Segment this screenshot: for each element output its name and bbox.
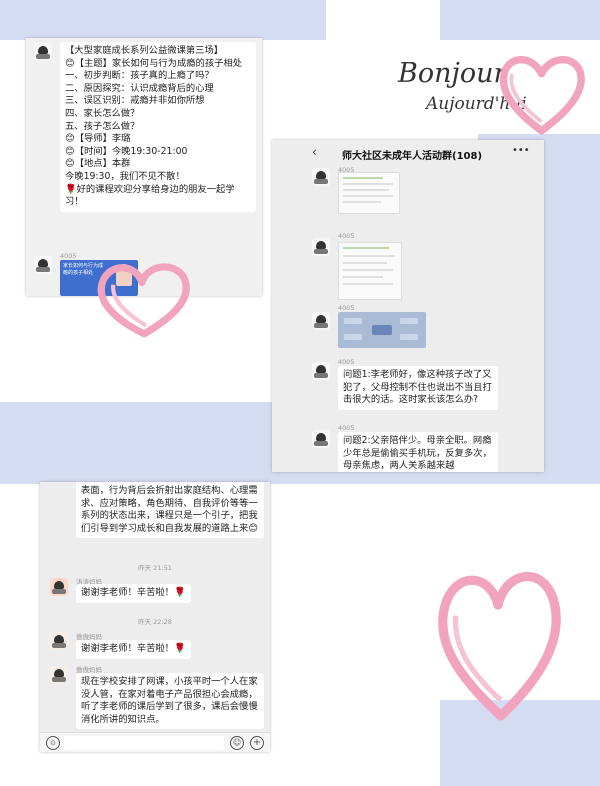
avatar	[50, 632, 68, 650]
avatar	[312, 362, 330, 380]
top-right-band	[440, 0, 600, 40]
heart-doodle-top	[499, 56, 585, 135]
sender-name: 4005	[338, 424, 355, 432]
heart-doodle-middle	[97, 263, 190, 338]
group-title: 师大社区未成年人活动群(108)	[342, 151, 483, 162]
question-1-message: 问题1:李老师好，像这种孩子改了又犯了，父母控制不住也说出不当且打击很大的话。这…	[338, 366, 498, 410]
avatar	[312, 312, 330, 330]
parent-feedback-message: 现在学校安排了网课，小孩平时一个人在家没人管，在家对着电子产品很担心会成瘾，听了…	[76, 673, 264, 730]
announcement-message: 【大型家庭成长系列公益微课第三场】 😊【主题】家长如何与行为成瘾的孩子相处 一、…	[60, 42, 256, 212]
doc-line	[343, 177, 383, 179]
doc-line	[343, 201, 381, 203]
sender-name: 4005	[338, 358, 355, 366]
doc-line	[343, 262, 387, 264]
chat-header: ‹ 师大社区未成年人活动群(108) •••	[272, 140, 544, 166]
bonjour-text: Bonjour	[398, 58, 507, 89]
map-node	[344, 318, 362, 324]
chat-screenshot-group: ‹ 师大社区未成年人活动群(108) ••• 4005 4005 4005 40…	[272, 140, 544, 472]
map-node	[400, 318, 418, 324]
emoji-icon[interactable]: ☺	[230, 736, 244, 750]
timestamp: 昨天 22:28	[138, 618, 172, 626]
avatar	[50, 666, 68, 684]
input-bar: ⊙ ☺ +	[40, 732, 270, 752]
map-node	[344, 334, 362, 340]
map-node	[400, 334, 418, 340]
back-icon[interactable]: ‹	[312, 145, 317, 159]
avatar	[312, 238, 330, 256]
doc-line	[343, 283, 393, 285]
avatar	[34, 256, 52, 274]
thanks-message-2: 谢谢李老师！辛苦啦！🌹	[76, 640, 191, 659]
top-left-band	[0, 0, 326, 40]
avatar	[50, 578, 68, 596]
doc-line	[343, 247, 389, 249]
timestamp: 昨天 21:51	[138, 564, 172, 572]
doc-line	[343, 183, 393, 185]
lecture-summary-message: 表面，行为背后会折射出家庭结构、心理需求、应对策略，角色期待、自我评价等等一系列…	[76, 482, 264, 539]
thanks-message-1: 谢谢李老师！辛苦啦！🌹	[76, 584, 191, 603]
doc-line	[343, 195, 393, 197]
question-2-message: 问题2:父亲陪伴少。母亲全职。网瘾少年总是偷偷买手机玩，反复多次，母亲焦虑，两人…	[338, 432, 498, 472]
heart-doodle-bottom	[438, 571, 561, 721]
voice-icon[interactable]: ⊙	[46, 736, 60, 750]
doc-line	[343, 255, 395, 257]
doc-line	[343, 269, 393, 271]
shared-doc-image-2[interactable]	[338, 242, 402, 300]
chat-screenshot-thanks: 表面，行为背后会折射出家庭结构、心理需求、应对策略，角色期待、自我评价等等一系列…	[40, 482, 270, 752]
avatar	[34, 43, 52, 61]
sender-name: 4005	[338, 232, 355, 240]
shared-doc-image-1[interactable]	[338, 172, 400, 214]
map-node	[372, 325, 392, 335]
mind-map-image[interactable]	[338, 312, 426, 348]
doc-line	[343, 276, 383, 278]
avatar	[312, 168, 330, 186]
sender-name: 4005	[338, 304, 355, 312]
doc-line	[343, 189, 389, 191]
more-icon[interactable]: •••	[512, 145, 530, 156]
message-input[interactable]	[64, 736, 224, 750]
avatar	[312, 430, 330, 448]
sender-name: 4005	[60, 252, 77, 260]
plus-icon[interactable]: +	[250, 736, 264, 750]
